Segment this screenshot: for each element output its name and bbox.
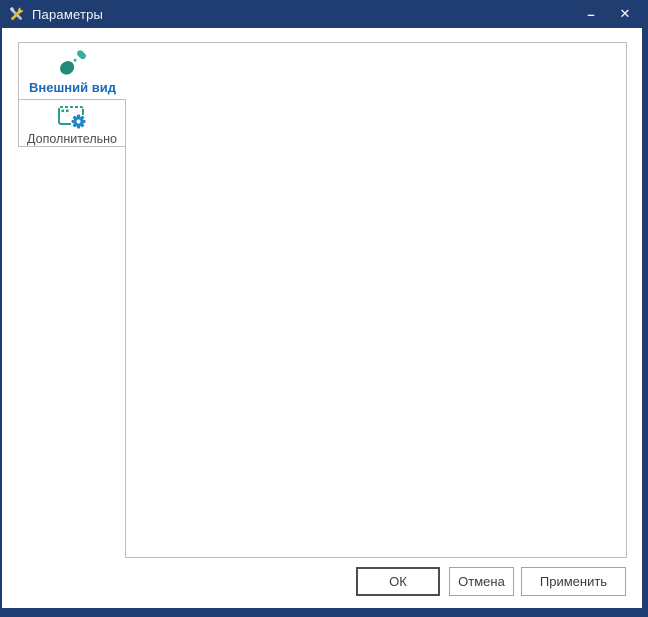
window-title: Параметры	[32, 7, 103, 22]
settings-panel	[125, 42, 627, 558]
apply-button[interactable]: Применить	[521, 567, 626, 596]
cancel-button[interactable]: Отмена	[449, 567, 514, 596]
ok-button[interactable]: ОК	[356, 567, 440, 596]
tab-advanced[interactable]: Дополнительно	[18, 100, 126, 147]
tab-appearance-label: Внешний вид	[29, 80, 116, 95]
tools-icon	[8, 6, 25, 23]
brush-icon	[57, 50, 89, 77]
options-dialog: Параметры – ✕ Внешний вид	[0, 0, 648, 617]
window-border-right	[642, 28, 648, 617]
close-button[interactable]: ✕	[608, 0, 642, 28]
window-border-bottom	[0, 608, 648, 617]
title-bar: Параметры – ✕	[0, 0, 648, 28]
window-gear-icon	[57, 103, 87, 130]
window-border-left	[0, 28, 2, 617]
minimize-button[interactable]: –	[574, 0, 608, 28]
tab-advanced-label: Дополнительно	[27, 132, 117, 146]
tab-appearance[interactable]: Внешний вид	[18, 42, 126, 100]
